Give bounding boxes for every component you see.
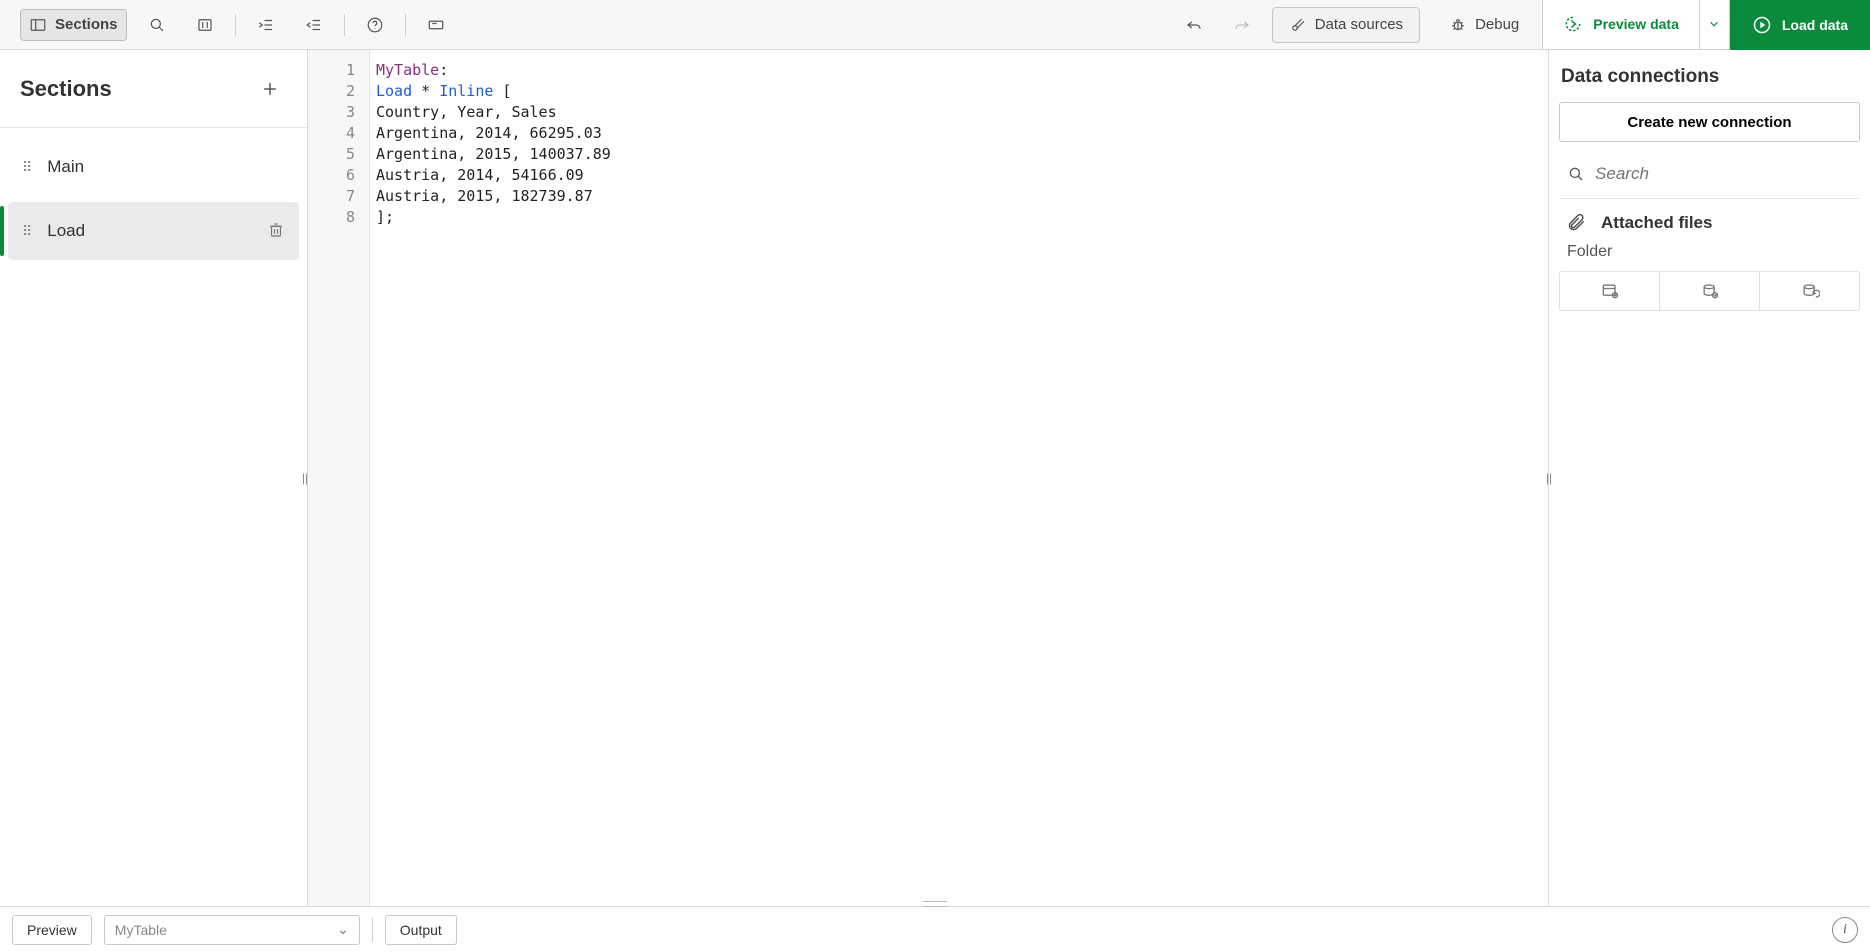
bug-icon: [1449, 16, 1467, 34]
insert-script-icon: [1700, 281, 1720, 301]
toolbar-separator: [405, 14, 406, 36]
code-editor[interactable]: 12345678 MyTable:Load * Inline [Country,…: [308, 50, 1548, 906]
play-circle-icon: [1752, 15, 1772, 35]
section-list: ⠿ Main ⠿ Load: [0, 128, 307, 270]
delete-section-button[interactable]: [267, 221, 285, 242]
redo-button[interactable]: [1224, 9, 1260, 41]
top-toolbar: Sections Data sourc: [0, 0, 1870, 50]
preview-data-button[interactable]: Preview data: [1542, 0, 1700, 50]
search-button[interactable]: [139, 9, 175, 41]
plug-icon: [1289, 16, 1307, 34]
data-sources-button[interactable]: Data sources: [1272, 7, 1420, 43]
sections-header: Sections: [0, 50, 307, 128]
indent-button[interactable]: [248, 9, 284, 41]
attached-files-header[interactable]: Attached files: [1559, 199, 1860, 239]
connection-search-input[interactable]: [1595, 164, 1854, 184]
folder-insert-script-button[interactable]: [1659, 272, 1759, 310]
section-item-label: Main: [47, 157, 84, 177]
folder-select-data-button[interactable]: [1560, 272, 1659, 310]
data-sources-label: Data sources: [1315, 16, 1403, 33]
info-button[interactable]: i: [1832, 917, 1858, 943]
debug-label: Debug: [1475, 16, 1519, 33]
folder-refresh-button[interactable]: [1759, 272, 1859, 310]
chevron-down-icon: [1707, 17, 1721, 31]
comment-toggle-button[interactable]: [187, 9, 223, 41]
bottom-bar: Preview MyTable ⌄ Output i: [0, 906, 1870, 952]
attachment-icon: [1567, 213, 1587, 233]
code-content[interactable]: MyTable:Load * Inline [Country, Year, Sa…: [370, 50, 1548, 906]
attached-files-label: Attached files: [1601, 213, 1712, 233]
undo-icon: [1185, 16, 1203, 34]
drag-handle-icon[interactable]: ⠿: [22, 223, 33, 240]
section-item-load[interactable]: ⠿ Load: [8, 202, 299, 260]
data-connections-panel: Data connections Create new connection A…: [1548, 50, 1870, 906]
preview-button[interactable]: Preview: [12, 915, 92, 945]
main-area: Sections ⠿ Main ⠿ Load || 12345678 MyTab…: [0, 50, 1870, 906]
outdent-button[interactable]: [296, 9, 332, 41]
insert-panel-icon: [427, 16, 445, 34]
indent-icon: [257, 16, 275, 34]
search-icon: [148, 16, 166, 34]
output-button[interactable]: Output: [385, 915, 457, 945]
right-splitter[interactable]: ||: [1544, 466, 1554, 490]
trash-icon: [267, 221, 285, 239]
sections-title: Sections: [20, 76, 112, 102]
sections-toggle-label: Sections: [55, 16, 118, 33]
select-data-icon: [1600, 281, 1620, 301]
refresh-db-icon: [1800, 281, 1820, 301]
drag-handle-icon[interactable]: ⠿: [22, 159, 33, 176]
bottombar-separator: [372, 918, 373, 942]
section-item-main[interactable]: ⠿ Main: [8, 138, 299, 196]
sidebar-icon: [29, 16, 47, 34]
redo-icon: [1233, 16, 1251, 34]
sections-sidebar: Sections ⠿ Main ⠿ Load: [0, 50, 308, 906]
help-icon: [366, 16, 384, 34]
outdent-icon: [305, 16, 323, 34]
folder-action-bar: [1559, 271, 1860, 311]
line-gutter: 12345678: [308, 50, 370, 906]
folder-label: Folder: [1559, 239, 1860, 271]
create-connection-button[interactable]: Create new connection: [1559, 102, 1860, 142]
comment-icon: [196, 16, 214, 34]
preview-data-label: Preview data: [1593, 16, 1679, 32]
load-data-label: Load data: [1782, 17, 1848, 33]
undo-button[interactable]: [1176, 9, 1212, 41]
debug-button[interactable]: Debug: [1440, 9, 1528, 41]
chevron-down-icon: ⌄: [337, 921, 349, 938]
insert-panel-button[interactable]: [418, 9, 454, 41]
load-data-button[interactable]: Load data: [1730, 0, 1870, 50]
sections-toggle-button[interactable]: Sections: [20, 9, 127, 41]
add-section-button[interactable]: [253, 72, 287, 106]
table-select[interactable]: MyTable ⌄: [104, 915, 360, 945]
search-icon: [1567, 164, 1585, 184]
preview-icon: [1563, 14, 1583, 34]
plus-icon: [260, 79, 280, 99]
preview-dropdown-button[interactable]: [1700, 0, 1730, 50]
table-select-value: MyTable: [115, 922, 167, 938]
help-button[interactable]: [357, 9, 393, 41]
toolbar-separator: [344, 14, 345, 36]
toolbar-separator: [235, 14, 236, 36]
section-item-label: Load: [47, 221, 85, 241]
connection-search: [1559, 156, 1860, 199]
data-connections-title: Data connections: [1559, 66, 1860, 88]
